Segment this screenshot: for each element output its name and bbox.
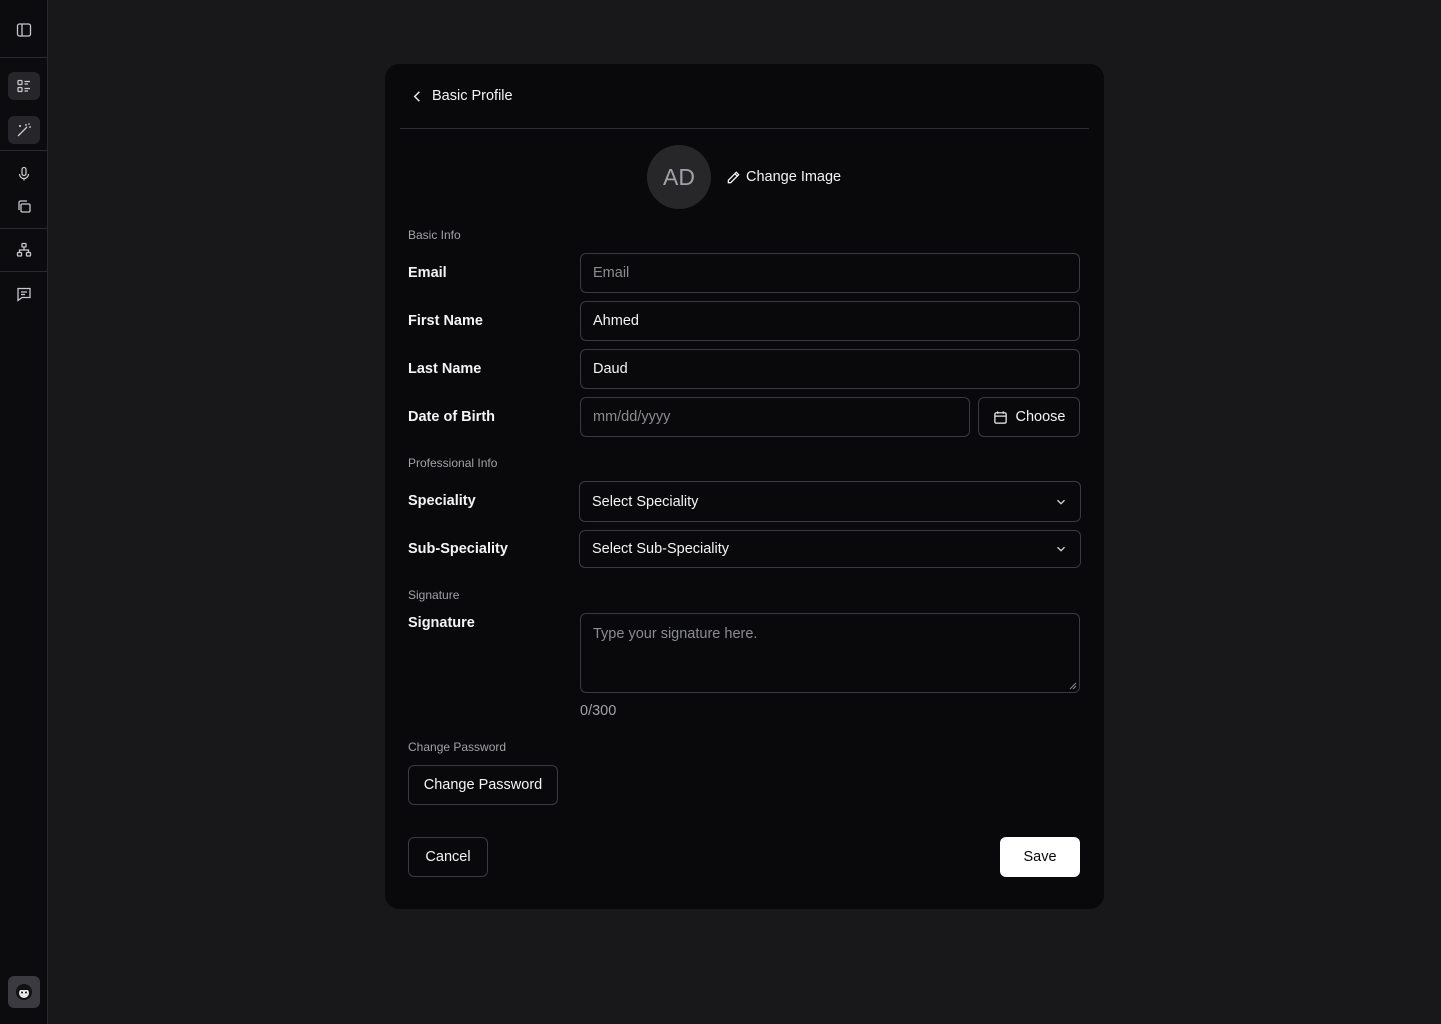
avatar: AD [647, 145, 711, 209]
copy-icon[interactable] [8, 193, 40, 221]
section-signature: Signature [408, 588, 460, 602]
calendar-icon [993, 410, 1007, 424]
chevron-down-icon [1054, 542, 1068, 556]
change-image-button[interactable]: Change Image [726, 165, 841, 189]
section-change-password: Change Password [408, 740, 507, 754]
chevron-down-icon [1054, 495, 1068, 509]
speciality-label: Speciality [408, 493, 476, 509]
section-professional-info: Professional Info [408, 456, 498, 470]
cancel-button[interactable]: Cancel [408, 837, 488, 877]
list-icon[interactable] [8, 72, 40, 100]
email-field[interactable]: Email [580, 253, 1080, 293]
first-name-label: First Name [408, 313, 483, 329]
sitemap-icon[interactable] [8, 236, 40, 264]
resize-handle-icon[interactable] [1069, 682, 1077, 690]
email-label: Email [408, 265, 447, 281]
panel-toggle-icon[interactable] [8, 16, 40, 44]
sidebar [0, 0, 48, 1024]
signature-counter: 0/300 [580, 703, 617, 719]
speciality-select[interactable]: Select Speciality [579, 481, 1081, 522]
last-name-field[interactable]: Daud [580, 349, 1080, 389]
last-name-label: Last Name [408, 361, 482, 377]
signature-label: Signature [408, 615, 475, 631]
signature-textarea[interactable]: Type your signature here. [580, 613, 1080, 693]
page-title: Basic Profile [432, 88, 513, 104]
choose-date-button[interactable]: Choose [978, 397, 1080, 437]
dob-label: Date of Birth [408, 409, 495, 425]
magic-wand-icon[interactable] [8, 116, 40, 144]
dob-field[interactable]: mm/dd/yyyy [580, 397, 970, 437]
sub-speciality-select[interactable]: Select Sub-Speciality [579, 530, 1081, 568]
section-basic-info: Basic Info [408, 228, 461, 242]
choose-label: Choose [1015, 409, 1066, 425]
change-image-label: Change Image [746, 169, 842, 185]
chevron-left-icon[interactable] [400, 86, 434, 106]
profile-card: Basic Profile AD Change Image Basic Info… [385, 64, 1104, 909]
sub-speciality-selected: Select Sub-Speciality [592, 541, 730, 557]
speciality-selected: Select Speciality [592, 493, 699, 510]
microphone-icon[interactable] [8, 160, 40, 188]
change-password-button[interactable]: Change Password [408, 765, 558, 805]
pencil-icon [727, 170, 740, 183]
save-button[interactable]: Save [1000, 837, 1080, 877]
first-name-field[interactable]: Ahmed [580, 301, 1080, 341]
user-avatar-icon[interactable] [8, 976, 40, 1008]
sub-speciality-label: Sub-Speciality [408, 541, 508, 557]
card-header: Basic Profile [400, 64, 1089, 129]
message-icon[interactable] [8, 280, 40, 308]
signature-placeholder: Type your signature here. [593, 626, 758, 642]
